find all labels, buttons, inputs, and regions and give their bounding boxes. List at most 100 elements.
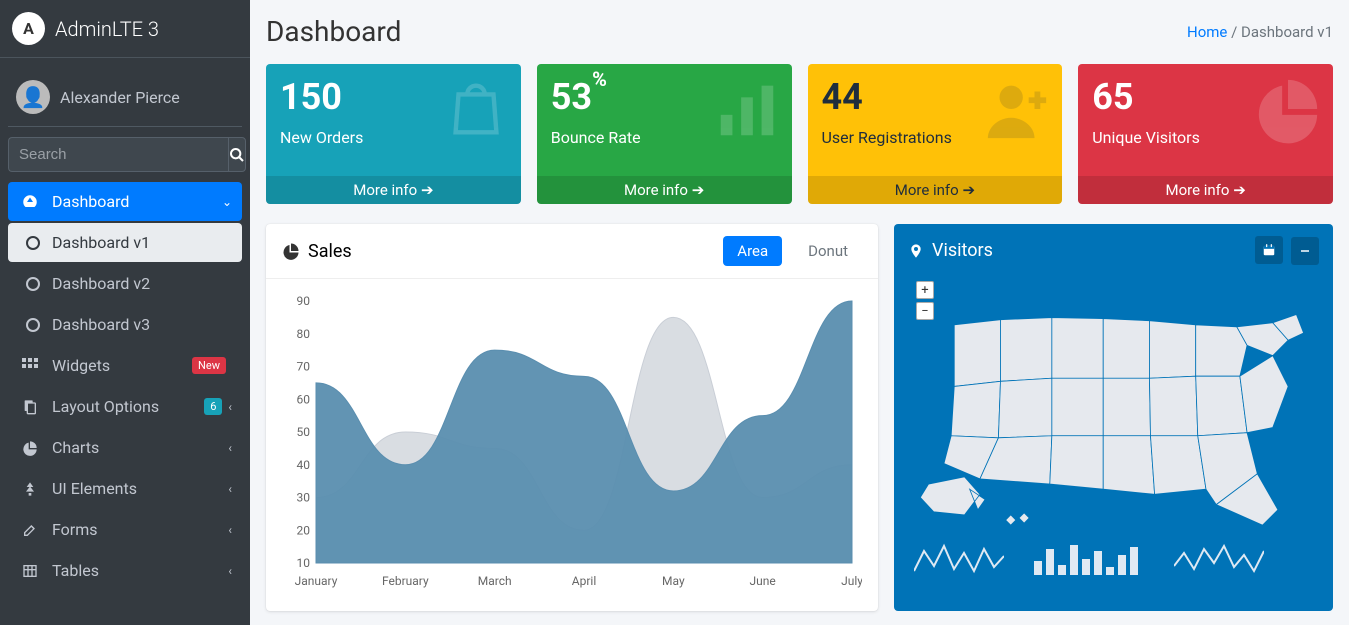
minus-icon <box>1299 245 1311 257</box>
nav-label: Widgets <box>52 356 192 375</box>
svg-text:March: March <box>478 574 512 588</box>
nav-label: Layout Options <box>52 397 204 416</box>
svg-text:90: 90 <box>297 294 311 308</box>
svg-text:10: 10 <box>297 556 311 570</box>
nav-label: Dashboard <box>52 192 222 211</box>
calendar-icon <box>1262 243 1276 257</box>
map-marker-icon <box>908 243 924 259</box>
nav-label: Dashboard v2 <box>52 274 150 293</box>
more-info-link[interactable]: More info ➔ <box>266 176 521 204</box>
svg-text:January: January <box>295 574 338 588</box>
stat-box-visitors: 65 Unique Visitors More info ➔ <box>1078 64 1333 204</box>
more-info-link[interactable]: More info ➔ <box>1078 176 1333 204</box>
user-plus-icon <box>982 74 1052 162</box>
chevron-left-icon: ‹ <box>228 523 232 537</box>
sparkline-2 <box>1034 541 1144 575</box>
more-info-link[interactable]: More info ➔ <box>537 176 792 204</box>
arrow-circle-icon: ➔ <box>962 181 975 199</box>
more-info-link[interactable]: More info ➔ <box>808 176 1063 204</box>
nav-label: Forms <box>52 520 228 539</box>
nav-label: UI Elements <box>52 479 228 498</box>
breadcrumb-home[interactable]: Home <box>1187 23 1227 41</box>
svg-text:60: 60 <box>297 392 311 406</box>
arrow-circle-icon: ➔ <box>692 181 705 199</box>
user-panel[interactable]: 👤 Alexander Pierce <box>8 68 242 127</box>
sidebar: A AdminLTE 3 👤 Alexander Pierce Dashboar… <box>0 0 250 625</box>
visitors-card: Visitors + − <box>894 224 1333 611</box>
nav-label: Tables <box>52 561 228 580</box>
sidebar-item-layout[interactable]: Layout Options 6 ‹ <box>8 387 242 426</box>
pie-chart-icon <box>18 440 42 456</box>
chevron-left-icon: ‹ <box>228 564 232 578</box>
circle-icon <box>26 236 40 250</box>
zoom-out-button[interactable]: − <box>916 302 934 320</box>
pie-chart-icon <box>282 242 300 260</box>
th-icon <box>18 358 42 374</box>
breadcrumb-current: Dashboard v1 <box>1241 23 1333 41</box>
chevron-left-icon: ‹ <box>228 441 232 455</box>
tab-donut[interactable]: Donut <box>794 236 862 266</box>
zoom-in-button[interactable]: + <box>916 281 934 299</box>
tab-area[interactable]: Area <box>723 236 782 266</box>
svg-text:June: June <box>750 574 776 588</box>
bar-chart-icon <box>712 74 782 162</box>
sidebar-item-dashboard-v2[interactable]: Dashboard v2 <box>8 264 242 303</box>
sidebar-item-dashboard-v3[interactable]: Dashboard v3 <box>8 305 242 344</box>
sidebar-item-widgets[interactable]: Widgets New <box>8 346 242 385</box>
search-input[interactable] <box>8 137 228 172</box>
sparkline-row <box>894 541 1333 575</box>
sidebar-item-forms[interactable]: Forms ‹ <box>8 510 242 549</box>
chevron-left-icon: ‹ <box>228 400 232 414</box>
nav-label: Charts <box>52 438 228 457</box>
brand-text: AdminLTE 3 <box>55 17 159 41</box>
svg-text:40: 40 <box>297 458 311 472</box>
copy-icon <box>18 399 42 415</box>
pie-icon <box>1253 74 1323 162</box>
svg-text:50: 50 <box>297 425 311 439</box>
calendar-button[interactable] <box>1255 236 1283 264</box>
chevron-left-icon: ‹ <box>228 482 232 496</box>
circle-icon <box>26 318 40 332</box>
user-name: Alexander Pierce <box>60 88 180 107</box>
nav-label: Dashboard v3 <box>52 315 150 334</box>
stat-box-orders: 150 New Orders More info ➔ <box>266 64 521 204</box>
sidebar-search <box>8 137 242 172</box>
search-button[interactable] <box>228 137 246 172</box>
edit-icon <box>18 522 42 538</box>
sales-card: Sales Area Donut 10 20 30 40 50 60 70 80 90 Janua… <box>266 224 878 611</box>
circle-icon <box>26 277 40 291</box>
sidebar-item-charts[interactable]: Charts ‹ <box>8 428 242 467</box>
sparkline-3 <box>1174 541 1264 575</box>
svg-text:20: 20 <box>297 523 311 537</box>
sidebar-item-ui[interactable]: UI Elements ‹ <box>8 469 242 508</box>
brand-link[interactable]: A AdminLTE 3 <box>0 0 250 58</box>
sidebar-item-dashboard-v1[interactable]: Dashboard v1 <box>8 223 242 262</box>
arrow-circle-icon: ➔ <box>421 181 434 199</box>
sidebar-item-dashboard[interactable]: Dashboard ⌄ <box>8 182 242 221</box>
collapse-button[interactable] <box>1291 237 1319 265</box>
tree-icon <box>18 481 42 497</box>
main-content: Dashboard Home / Dashboard v1 150 New Or… <box>250 0 1349 625</box>
brand-logo-icon: A <box>12 12 45 45</box>
sales-area-chart: 10 20 30 40 50 60 70 80 90 January February March Ap… <box>282 291 862 591</box>
card-title: Visitors <box>932 240 993 261</box>
svg-text:80: 80 <box>297 327 311 341</box>
chevron-down-icon: ⌄ <box>222 195 232 209</box>
sidebar-item-tables[interactable]: Tables ‹ <box>8 551 242 590</box>
bag-icon <box>441 74 511 162</box>
usa-map[interactable] <box>908 277 1319 537</box>
stat-box-bounce: 53% Bounce Rate More info ➔ <box>537 64 792 204</box>
count-badge: 6 <box>204 398 222 415</box>
table-icon <box>18 563 42 579</box>
svg-text:70: 70 <box>297 360 311 374</box>
svg-text:May: May <box>662 574 685 588</box>
breadcrumb: Home / Dashboard v1 <box>1187 23 1333 41</box>
card-title: Sales <box>308 241 352 262</box>
arrow-circle-icon: ➔ <box>1233 181 1246 199</box>
svg-text:April: April <box>572 574 596 588</box>
svg-text:July: July <box>841 574 862 588</box>
svg-text:30: 30 <box>297 491 311 505</box>
stat-box-registrations: 44 User Registrations More info ➔ <box>808 64 1063 204</box>
svg-text:February: February <box>382 574 429 588</box>
nav-label: Dashboard v1 <box>52 233 150 252</box>
